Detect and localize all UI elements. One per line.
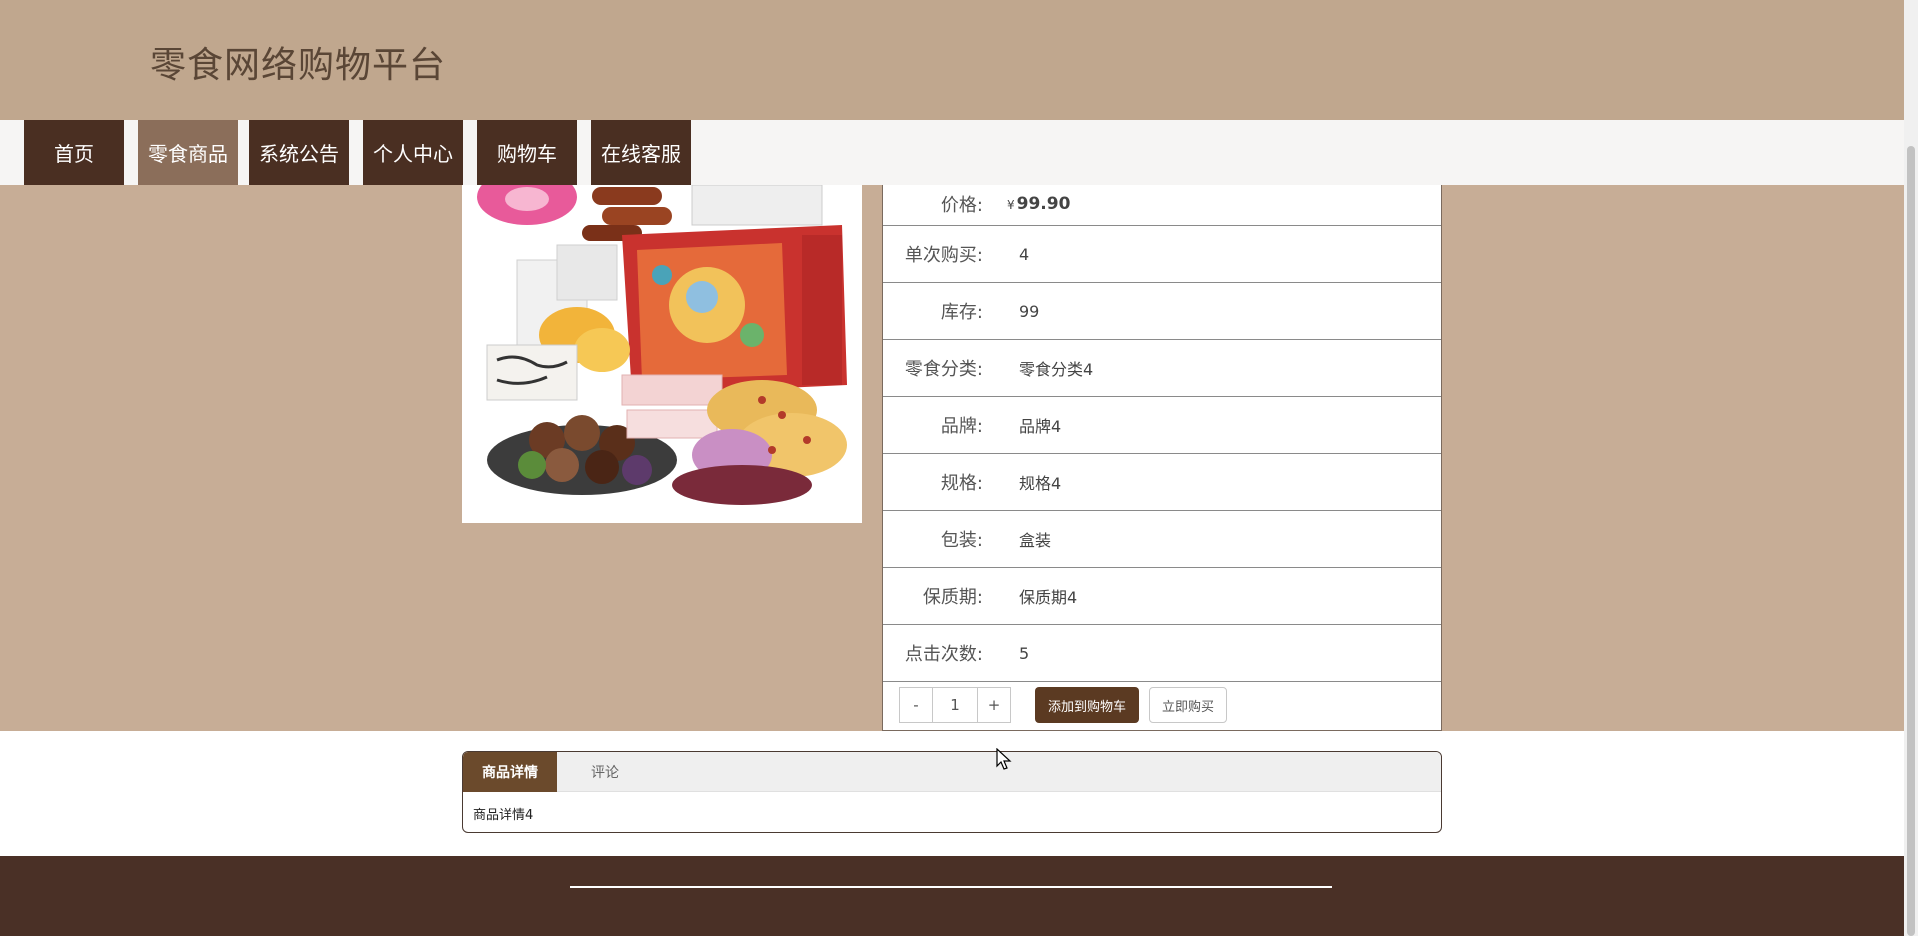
footer (0, 856, 1904, 936)
product-info-table: 价格: ¥99.90 单次购买: 4 库存: 99 零食分类: 零食分类4 品牌… (882, 185, 1442, 731)
info-value: 5 (1019, 643, 1030, 663)
info-label: 保质期: (922, 587, 983, 608)
info-value: 规格4 (1019, 474, 1062, 493)
info-row-stock: 库存: 99 (883, 283, 1441, 340)
price-amount: 99.90 (1016, 194, 1071, 214)
info-value: 品牌4 (1019, 417, 1062, 436)
info-row-category: 零食分类: 零食分类4 (883, 340, 1441, 397)
detail-tabs-panel: 商品详情 评论 商品详情4 (462, 751, 1442, 833)
quantity-minus-button[interactable]: - (899, 687, 933, 723)
info-value: 99 (1019, 301, 1040, 321)
info-value: 4 (1019, 244, 1030, 264)
product-image (462, 185, 862, 523)
info-row-spec: 规格: 规格4 (883, 454, 1441, 511)
info-value: 零食分类4 (1019, 360, 1094, 379)
tab-content: 商品详情4 (473, 808, 534, 823)
nav-item-announcements[interactable]: 系统公告 (249, 120, 349, 185)
info-label: 规格: (940, 473, 983, 494)
info-row-single-purchase: 单次购买: 4 (883, 226, 1441, 283)
mouse-cursor-icon (996, 748, 1012, 770)
tab-comments[interactable]: 评论 (557, 752, 653, 792)
add-to-cart-button[interactable]: 添加到购物车 (1035, 687, 1139, 723)
quantity-stepper: - 1 + (899, 687, 1011, 723)
nav-item-cart[interactable]: 购物车 (477, 120, 577, 185)
nav-item-personal-center[interactable]: 个人中心 (363, 120, 463, 185)
tab-product-details[interactable]: 商品详情 (463, 752, 557, 792)
nav-item-customer-service[interactable]: 在线客服 (591, 120, 691, 185)
currency-symbol: ¥ (1007, 198, 1015, 212)
nav-item-snacks[interactable]: 零食商品 (138, 120, 238, 185)
buy-now-button[interactable]: 立即购买 (1149, 687, 1227, 723)
price-value: ¥99.90 (1007, 194, 1070, 214)
quantity-input[interactable]: 1 (933, 687, 977, 723)
info-row-click-count: 点击次数: 5 (883, 625, 1441, 682)
footer-divider (570, 886, 1332, 888)
info-row-brand: 品牌: 品牌4 (883, 397, 1441, 454)
nav-bar: 首页 零食商品 系统公告 个人中心 购物车 在线客服 (0, 120, 1904, 185)
info-row-packaging: 包装: 盒装 (883, 511, 1441, 568)
nav-item-home[interactable]: 首页 (24, 120, 124, 185)
page-scrollbar[interactable] (1904, 0, 1918, 936)
info-label: 单次购买: (904, 245, 983, 266)
header-band: 零食网络购物平台 (0, 0, 1904, 120)
info-row-shelf-life: 保质期: 保质期4 (883, 568, 1441, 625)
info-label: 品牌: (940, 416, 983, 437)
site-title: 零食网络购物平台 (150, 45, 447, 86)
info-value: 盒装 (1019, 531, 1052, 550)
info-value: 保质期4 (1019, 588, 1078, 607)
info-label: 库存: (940, 302, 983, 323)
tabs-header: 商品详情 评论 (463, 752, 1441, 792)
quantity-plus-button[interactable]: + (977, 687, 1011, 723)
info-label: 点击次数: (904, 644, 983, 665)
price-label: 价格: (940, 195, 983, 216)
info-label: 包装: (940, 530, 983, 551)
info-label: 零食分类: (904, 359, 983, 380)
scrollbar-thumb[interactable] (1907, 146, 1915, 936)
price-row: 价格: ¥99.90 (883, 183, 1441, 226)
snack-gift-box-image (462, 185, 862, 523)
